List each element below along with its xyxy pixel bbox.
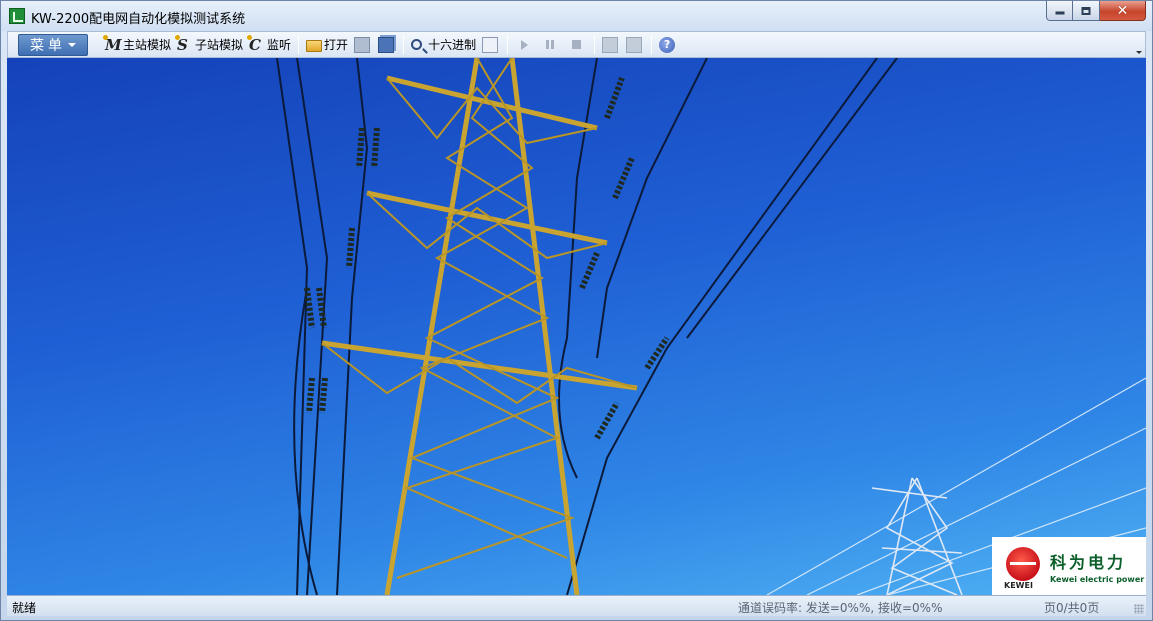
toolbar-separator — [651, 35, 653, 54]
logo-english-name: Kewei electric power — [1050, 575, 1145, 584]
hex-button[interactable]: 十六进制 — [408, 34, 479, 56]
monitor-button[interactable]: C 监听 — [246, 34, 294, 56]
save-button[interactable] — [351, 34, 375, 56]
restore-icon — [1081, 6, 1091, 15]
magnifier-icon — [411, 39, 423, 50]
play-icon — [521, 39, 529, 50]
mail-icon — [626, 36, 643, 53]
pause-icon — [546, 40, 555, 49]
slave-sim-button[interactable]: S 子站模拟 — [174, 34, 246, 56]
maximize-button[interactable] — [1073, 1, 1100, 21]
master-sim-label: 主站模拟 — [123, 38, 172, 52]
minimize-icon — [1055, 11, 1064, 15]
send-button[interactable] — [599, 34, 623, 56]
app-window: KW-2200配电网自动化模拟测试系统 ✕ 菜单 M 主站模拟 S 子站模拟 C… — [0, 0, 1153, 621]
toolbar: 菜单 M 主站模拟 S 子站模拟 C 监听 打开 十六进制 ? — [7, 31, 1146, 58]
play-button[interactable] — [512, 34, 537, 56]
toolbar-separator — [298, 35, 300, 54]
save-all-button[interactable] — [375, 34, 399, 56]
open-label: 打开 — [324, 38, 349, 52]
help-button[interactable]: ? — [656, 34, 680, 56]
toolbar-sim-group: M 主站模拟 S 子站模拟 C 监听 — [102, 34, 294, 56]
chevron-down-icon — [68, 42, 76, 47]
slave-s-icon: S — [175, 34, 193, 53]
monitor-c-icon: C — [247, 34, 265, 53]
toolbar-separator — [403, 35, 405, 54]
window-title: KW-2200配电网自动化模拟测试系统 — [31, 12, 246, 27]
send-icon — [602, 36, 619, 53]
status-channel-error-rate: 通道误码率: 发送=0%%, 接收=0%% — [738, 601, 943, 615]
app-icon — [9, 8, 25, 24]
close-icon: ✕ — [1116, 2, 1129, 19]
main-view: KEWEI 科为电力 Kewei electric power — [7, 58, 1146, 595]
minimize-button[interactable] — [1046, 1, 1073, 21]
open-button[interactable]: 打开 — [303, 34, 351, 56]
logo-mark-text: KEWEI — [1004, 581, 1033, 590]
company-logo: KEWEI 科为电力 Kewei electric power — [992, 537, 1146, 595]
save-all-icon — [378, 36, 395, 53]
toolbar-overflow-icon[interactable] — [1136, 51, 1142, 54]
kewei-logo-icon — [1006, 547, 1040, 581]
toolbar-separator — [594, 35, 596, 54]
menu-button[interactable]: 菜单 — [18, 33, 88, 56]
stop-button[interactable] — [563, 34, 590, 56]
folder-open-icon — [306, 39, 323, 52]
resize-grip-icon[interactable] — [1134, 604, 1144, 614]
hex-label: 十六进制 — [428, 38, 477, 52]
title-bar: KW-2200配电网自动化模拟测试系统 ✕ — [1, 1, 1152, 31]
save-icon — [354, 36, 371, 53]
master-sim-button[interactable]: M 主站模拟 — [102, 34, 174, 56]
mail-button[interactable] — [623, 34, 647, 56]
refresh-button[interactable] — [479, 34, 503, 56]
slave-sim-label: 子站模拟 — [195, 38, 244, 52]
logo-chinese-name: 科为电力 — [1050, 553, 1127, 572]
toolbar-separator — [507, 35, 509, 54]
refresh-icon — [482, 36, 499, 53]
close-button[interactable]: ✕ — [1100, 1, 1146, 21]
status-bar: 就绪 通道误码率: 发送=0%%, 接收=0%% 页0/共0页 — [7, 595, 1146, 616]
monitor-label: 监听 — [267, 38, 292, 52]
master-m-icon: M — [103, 34, 122, 54]
status-page-count: 页0/共0页 — [1044, 601, 1100, 615]
stop-icon — [572, 40, 582, 49]
power-tower-illustration — [276, 58, 1146, 595]
menu-button-label: 菜单 — [30, 37, 66, 54]
help-icon: ? — [659, 36, 676, 53]
window-controls: ✕ — [1046, 1, 1146, 21]
status-ready: 就绪 — [12, 601, 37, 615]
pause-button[interactable] — [537, 34, 563, 56]
